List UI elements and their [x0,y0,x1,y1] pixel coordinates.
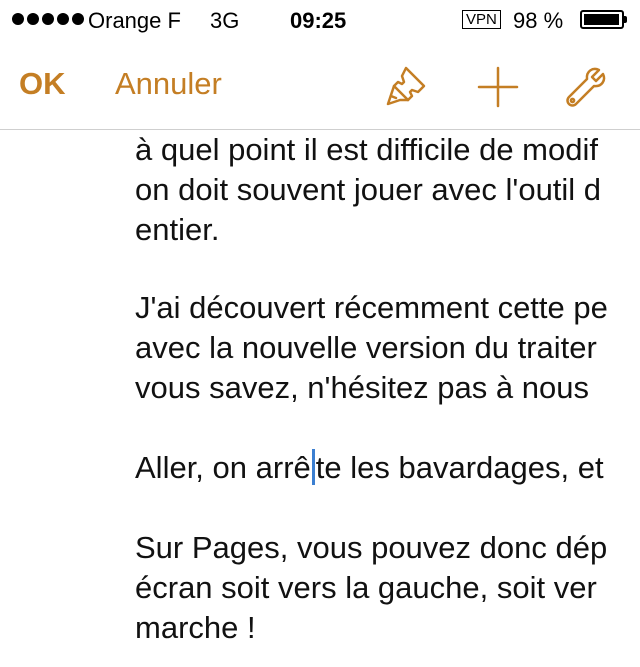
paragraph-line: marche ! [135,610,256,645]
document-body[interactable]: à quel point il est difficile de modif o… [0,130,640,667]
paragraph-line: entier. [135,212,220,247]
paragraph-line: écran soit vers la gauche, soit ver [135,570,597,605]
paragraph-line: Sur Pages, vous pouvez donc dép [135,530,608,565]
wrench-icon[interactable] [563,64,609,110]
ok-button[interactable]: OK [19,66,66,102]
paragraph-line-with-caret: Aller, on arrê te les bavardages, et [135,448,604,488]
status-bar: Orange F 3G 09:25 VPN 98 % [0,0,640,40]
plus-icon[interactable] [475,64,521,110]
editor-toolbar: OK Annuler [0,40,640,130]
paragraph-line: vous savez, n'hésitez pas à nous [135,370,589,405]
paintbrush-icon[interactable] [384,64,430,110]
paragraph-line: à quel point il est difficile de modif [135,132,598,167]
status-time: 09:25 [290,8,347,33]
battery-fill [584,14,620,25]
paragraph-line: on doit souvent jouer avec l'outil d [135,172,602,207]
battery-icon [580,10,627,29]
text-cursor [311,449,315,485]
battery-percentage: 98 % [513,8,564,33]
signal-strength-icon [12,13,84,25]
caret-text-after: te les bavardages, et [315,450,604,485]
carrier-name: Orange F [88,8,181,33]
caret-text-before: Aller, on arrê [135,450,311,485]
vpn-badge: VPN [462,10,501,29]
paragraph-line: avec la nouvelle version du traiter [135,330,597,365]
paragraph-line: J'ai découvert récemment cette pe [135,290,608,325]
cancel-button[interactable]: Annuler [115,66,222,102]
network-type: 3G [210,8,240,33]
